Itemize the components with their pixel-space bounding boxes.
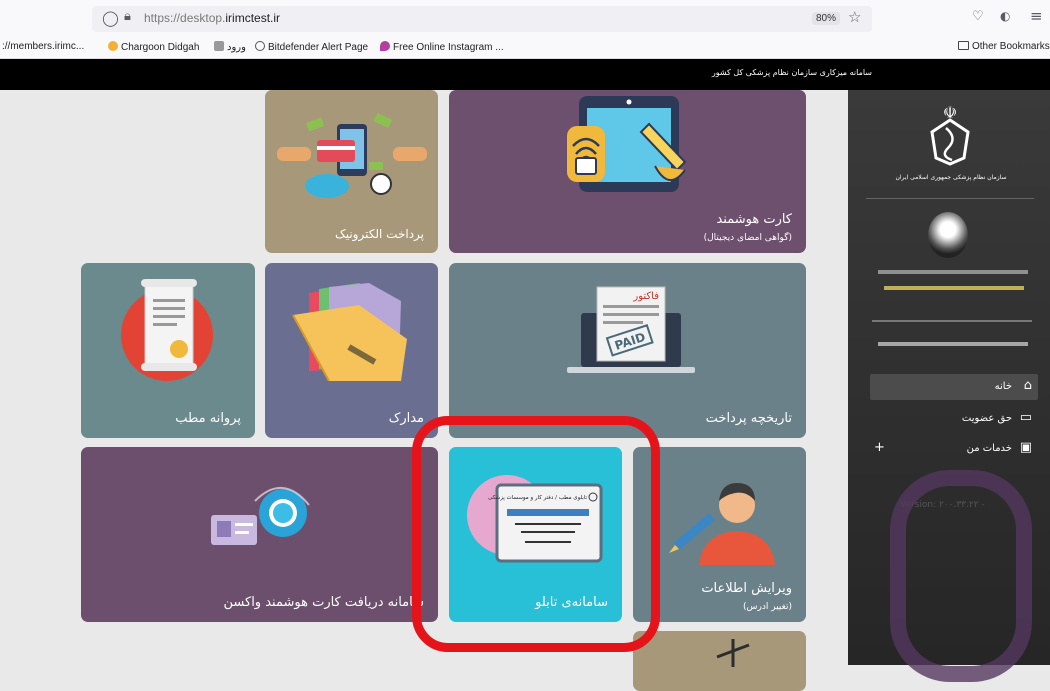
- lock-icon[interactable]: 🔒︎: [124, 9, 131, 24]
- chargoon-icon: [108, 41, 118, 51]
- invoice-laptop-icon: فاکتور PAID: [567, 286, 695, 373]
- star-bookmark-icon[interactable]: ☆: [848, 8, 861, 26]
- user-info-line: [878, 270, 1028, 274]
- tile-smart-card[interactable]: کارت هوشمند (گواهی امضای دیجیتال): [449, 90, 806, 253]
- url-text[interactable]: https://desktop.irimctest.ir: [144, 11, 280, 25]
- organization-logo-icon: ☫: [930, 103, 970, 166]
- extension-icon[interactable]: ◐: [1000, 9, 1010, 23]
- tile-documents[interactable]: مدارک: [265, 263, 438, 438]
- tile-payment-history[interactable]: فاکتور PAID تاریخچه پرداخت: [449, 263, 806, 438]
- tile-label: ویرایش اطلاعات: [701, 581, 792, 596]
- laptop-icon: ▣: [1019, 440, 1032, 455]
- menu-icon[interactable]: ≡: [1030, 7, 1043, 25]
- divider: [866, 198, 1034, 199]
- user-edit-icon: [669, 483, 775, 565]
- shield-icon[interactable]: ◯: [102, 9, 119, 27]
- tile-vaccine-smart-card[interactable]: سامانه دریافت کارت هوشمند واکسن: [81, 447, 438, 622]
- bookmark-item-chargoon[interactable]: Chargoon Didgah: [108, 41, 199, 53]
- tile-label: تاریخچه پرداخت: [705, 411, 792, 426]
- tile-sublabel: (گواهی امضای دیجیتال): [703, 233, 792, 243]
- stethoscope-decoration: [890, 470, 1032, 682]
- user-info-line: [878, 342, 1028, 346]
- user-info-line: [884, 286, 1024, 290]
- scale-icon: [716, 639, 750, 667]
- browser-toolbar: ◯ 🔒︎ https://desktop.irimctest.ir 80% ☆ …: [0, 0, 1050, 36]
- avatar[interactable]: [928, 212, 968, 258]
- vaccine-card-globe-icon: [211, 486, 310, 545]
- bookmark-item-members[interactable]: ://members.irimc...: [2, 41, 84, 52]
- tile-label: سامانه دریافت کارت هوشمند واکسن: [223, 595, 424, 610]
- zoom-level[interactable]: 80%: [812, 12, 841, 25]
- tile-label: پرداخت الکترونیک: [334, 227, 424, 241]
- other-bookmarks[interactable]: Other Bookmarks: [958, 41, 1050, 52]
- tile-label: مدارک: [388, 411, 424, 426]
- tile-label: پروانه مطب: [175, 411, 241, 426]
- user-info-line: [872, 320, 1032, 322]
- payment-hands-icon: [277, 112, 427, 198]
- tile-label: کارت هوشمند: [716, 212, 792, 227]
- expand-plus-icon[interactable]: +: [874, 440, 885, 455]
- instagram-icon: [380, 41, 390, 51]
- folder-icon: [958, 41, 969, 50]
- tile-sublabel: (تغییر ادرس): [743, 602, 792, 612]
- certificate-icon: [121, 279, 213, 381]
- highlight-ring: [412, 416, 660, 652]
- sidebar-item-my-services[interactable]: ▣ خدمات من: [870, 436, 1038, 462]
- bookmark-item-login[interactable]: ورود: [214, 41, 246, 53]
- folder-documents-icon: [292, 283, 407, 381]
- site-title: سامانه میزکاری سازمان نظام پزشکی کل کشور: [711, 68, 872, 77]
- site-icon: [214, 41, 224, 51]
- home-icon: ⌂: [1023, 378, 1032, 393]
- invoice-header: فاکتور: [632, 291, 659, 302]
- bookmark-item-bitdefender[interactable]: Bitdefender Alert Page: [255, 41, 368, 53]
- tile-partial[interactable]: [633, 631, 806, 691]
- bookmark-item-instagram[interactable]: Free Online Instagram ...: [380, 41, 504, 53]
- monitor-icon: ▭: [1019, 410, 1032, 425]
- org-name: سازمان نظام پزشکی جمهوری اسلامی ایران: [895, 174, 1007, 181]
- site-header: سامانه میزکاری سازمان نظام پزشکی کل کشور: [0, 59, 1050, 90]
- sidebar-item-home[interactable]: ⌂ خانه: [870, 374, 1038, 400]
- globe-icon: [255, 41, 265, 51]
- pocket-icon[interactable]: ♡: [972, 9, 984, 24]
- tile-electronic-payment[interactable]: پرداخت الکترونیک: [265, 90, 438, 253]
- url-field[interactable]: ◯ 🔒︎ https://desktop.irimctest.ir: [92, 6, 872, 32]
- fingerprint-tablet-icon: [567, 96, 687, 192]
- sidebar-item-membership-fee[interactable]: ▭ حق عضویت: [870, 406, 1038, 432]
- tile-practice-license[interactable]: پروانه مطب: [81, 263, 255, 438]
- bookmarks-bar: ://members.irimc... Chargoon Didgah ورود…: [0, 36, 1050, 59]
